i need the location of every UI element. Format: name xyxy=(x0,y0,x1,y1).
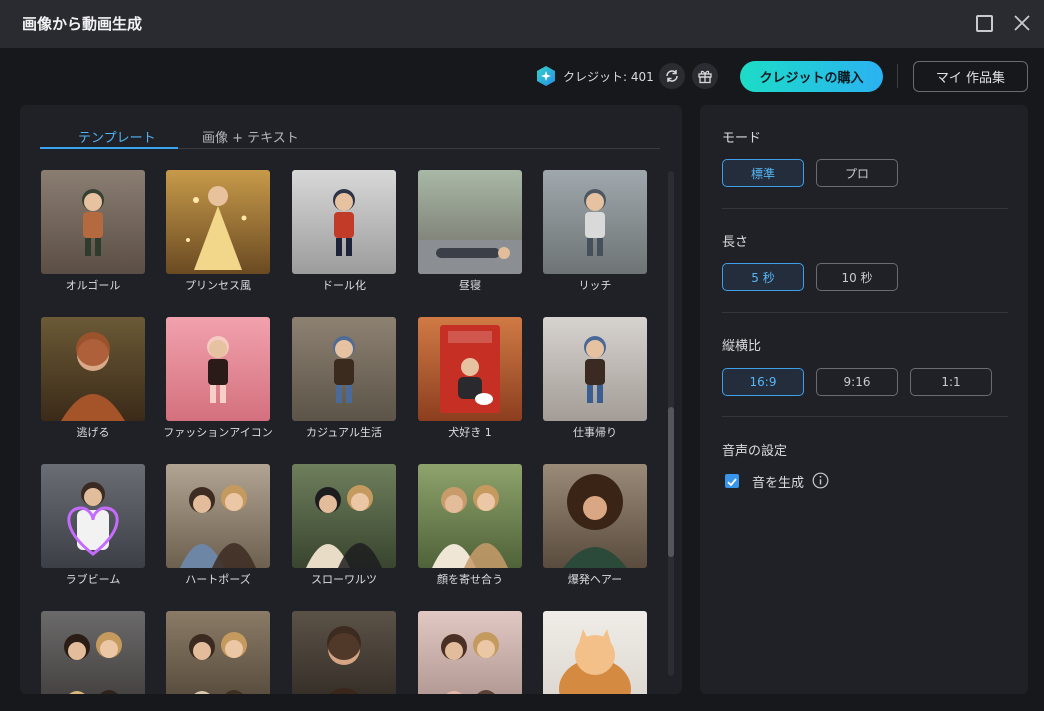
window-title: 画像から動画生成 xyxy=(22,15,143,33)
template-card[interactable] xyxy=(41,170,145,274)
refresh-button[interactable] xyxy=(659,63,685,89)
scrollbar-thumb[interactable] xyxy=(668,407,674,557)
template-label: 昼寝 xyxy=(459,279,481,292)
template-card[interactable] xyxy=(166,464,270,568)
gift-button[interactable] xyxy=(692,63,718,89)
template-card[interactable] xyxy=(292,317,396,421)
aspect-title: 縦横比 xyxy=(722,339,762,354)
template-card[interactable] xyxy=(41,464,145,568)
template-card[interactable] xyxy=(166,317,270,421)
thumbnail-image xyxy=(166,464,270,568)
template-card[interactable] xyxy=(41,317,145,421)
buy-credits-button[interactable]: クレジットの購入 xyxy=(740,61,883,92)
title-bar: 画像から動画生成 xyxy=(0,0,1044,48)
aspect-9-16-option[interactable]: 9:16 xyxy=(816,368,898,396)
maximize-icon[interactable] xyxy=(976,15,993,32)
section-divider xyxy=(722,312,1008,313)
credit-diamond-icon xyxy=(537,66,555,86)
audio-title: 音声の設定 xyxy=(722,444,788,459)
template-card[interactable] xyxy=(543,611,647,694)
template-label: 犬好き 1 xyxy=(448,426,492,439)
template-card[interactable] xyxy=(418,170,522,274)
template-card[interactable] xyxy=(418,611,522,694)
mode-pro-option[interactable]: プロ xyxy=(816,159,898,187)
template-label: 顔を寄せ合う xyxy=(437,573,503,586)
template-card[interactable] xyxy=(166,611,270,694)
my-works-button[interactable]: マイ 作品集 xyxy=(913,61,1028,92)
template-label: ファッションアイコン xyxy=(163,426,273,439)
template-label: プリンセス風 xyxy=(185,279,251,292)
info-icon[interactable] xyxy=(812,472,829,489)
section-divider xyxy=(722,416,1008,417)
thumbnail-image xyxy=(292,464,396,568)
template-label: ラブビーム xyxy=(65,573,121,586)
tab-image-text[interactable]: 画像 + テキスト xyxy=(202,127,299,146)
template-label: カジュアル生活 xyxy=(306,426,382,439)
thumbnail-image xyxy=(543,317,647,421)
close-icon[interactable] xyxy=(1011,12,1033,34)
thumbnail-image xyxy=(418,464,522,568)
template-label: リッチ xyxy=(578,279,612,292)
section-divider xyxy=(722,208,1008,209)
template-card[interactable] xyxy=(543,464,647,568)
aspect-1-1-option[interactable]: 1:1 xyxy=(910,368,992,396)
template-card[interactable] xyxy=(292,464,396,568)
template-card[interactable] xyxy=(166,170,270,274)
template-card[interactable] xyxy=(543,170,647,274)
thumbnail-image xyxy=(418,170,522,274)
thumbnail-image xyxy=(41,317,145,421)
thumbnail-image xyxy=(292,611,396,694)
length-title: 長さ xyxy=(722,235,749,250)
tab-templates[interactable]: テンプレート xyxy=(78,127,156,146)
thumbnail-image xyxy=(543,611,647,694)
template-label: ドール化 xyxy=(322,279,366,292)
thumbnail-image xyxy=(418,611,522,694)
thumbnail-image xyxy=(418,317,522,421)
length-10s-option[interactable]: 10 秒 xyxy=(816,263,898,291)
thumbnail-image xyxy=(543,464,647,568)
template-label: 仕事帰り xyxy=(573,426,617,439)
settings-panel: モード 標準 プロ 長さ 5 秒 10 秒 縦横比 16:9 9:16 1:1 … xyxy=(700,105,1028,694)
thumbnail-image xyxy=(166,611,270,694)
thumbnail-image xyxy=(543,170,647,274)
template-label: 爆発ヘアー xyxy=(567,573,623,586)
template-card[interactable] xyxy=(543,317,647,421)
template-label: オルゴール xyxy=(65,279,121,292)
thumbnail-image xyxy=(166,317,270,421)
aspect-16-9-option[interactable]: 16:9 xyxy=(722,368,804,396)
template-card[interactable] xyxy=(41,611,145,694)
template-card[interactable] xyxy=(418,317,522,421)
length-5s-option[interactable]: 5 秒 xyxy=(722,263,804,291)
tab-active-indicator xyxy=(40,147,178,149)
template-label: 逃げる xyxy=(76,426,110,439)
credits-balance: クレジット: 401 xyxy=(563,70,654,84)
checkmark-icon xyxy=(727,478,737,487)
thumbnail-image xyxy=(41,611,145,694)
refresh-icon xyxy=(666,70,678,82)
template-card[interactable] xyxy=(418,464,522,568)
mode-standard-option[interactable]: 標準 xyxy=(722,159,804,187)
thumbnail-image xyxy=(292,170,396,274)
template-card[interactable] xyxy=(292,170,396,274)
template-panel: テンプレート 画像 + テキスト オルゴール プリンセス風 ドール化 昼寝 リッチ逃げる… xyxy=(20,105,682,694)
template-label: スローワルツ xyxy=(311,573,377,586)
thumbnail-image xyxy=(292,317,396,421)
thumbnail-image xyxy=(166,170,270,274)
generate-sound-label[interactable]: 音を生成 xyxy=(752,472,804,491)
gift-icon xyxy=(698,70,712,84)
thumbnail-image xyxy=(41,464,145,568)
generate-sound-checkbox[interactable] xyxy=(725,474,739,488)
mode-title: モード xyxy=(722,131,762,146)
thumbnail-image xyxy=(41,170,145,274)
toolbar-divider xyxy=(897,64,898,88)
template-card[interactable] xyxy=(292,611,396,694)
template-label: ハートポーズ xyxy=(185,573,251,586)
